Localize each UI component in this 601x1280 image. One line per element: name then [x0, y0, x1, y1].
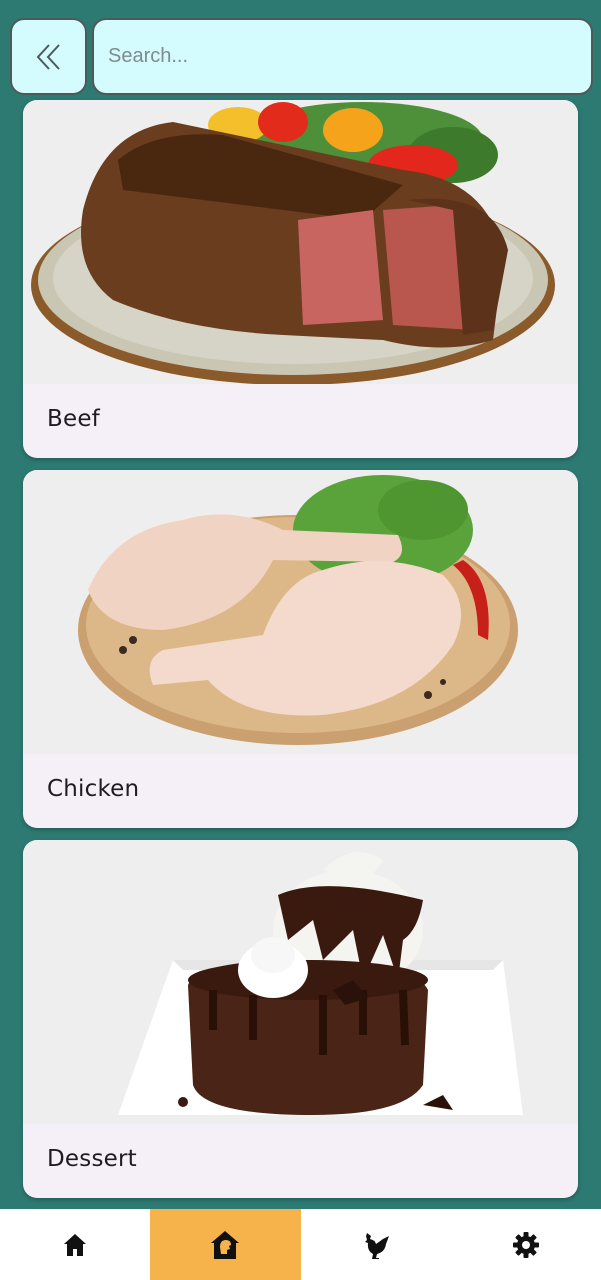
category-label: Beef: [47, 406, 100, 432]
category-label: Dessert: [47, 1146, 137, 1172]
nav-chicken[interactable]: [301, 1209, 451, 1280]
top-bar: [0, 0, 601, 100]
nav-settings[interactable]: [451, 1209, 601, 1280]
chicken-icon: [364, 1232, 389, 1259]
category-card-dessert[interactable]: Dessert: [23, 840, 578, 1198]
double-chevron-left-icon: [36, 43, 60, 70]
search-field[interactable]: [92, 18, 593, 95]
search-input[interactable]: [108, 45, 591, 68]
nav-categories[interactable]: [150, 1209, 301, 1280]
category-home-icon: [211, 1230, 240, 1259]
dessert-image: [23, 840, 578, 1124]
category-card-chicken[interactable]: Chicken: [23, 470, 578, 828]
nav-home[interactable]: [0, 1209, 150, 1280]
category-card-beef[interactable]: Beef: [23, 100, 578, 458]
settings-gear-icon: [512, 1231, 539, 1258]
beef-image: [23, 100, 578, 385]
chicken-image: [23, 470, 578, 754]
back-button[interactable]: [10, 18, 87, 95]
home-icon: [64, 1233, 87, 1256]
category-label: Chicken: [47, 776, 140, 802]
bottom-navigation: [0, 1209, 601, 1280]
